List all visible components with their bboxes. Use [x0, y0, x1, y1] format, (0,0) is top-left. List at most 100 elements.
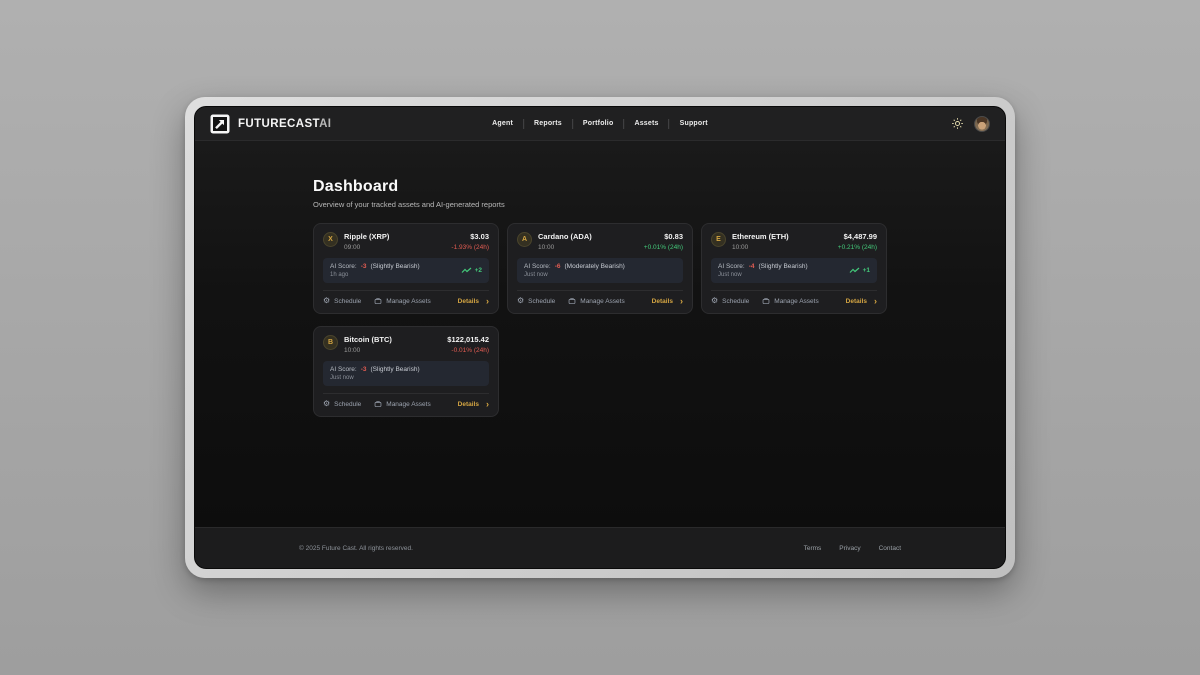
asset-avatar: X — [323, 232, 338, 247]
asset-change: +0.21% (24h) — [838, 244, 877, 251]
asset-change: -1.93% (24h) — [451, 244, 489, 251]
ai-score-updated: Just now — [524, 272, 625, 278]
page-subtitle: Overview of your tracked assets and AI-g… — [313, 200, 887, 209]
ai-score-panel: AI Score: -3 (Slightly Bearish) 1h ago — [323, 258, 489, 284]
asset-name: Bitcoin (BTC) — [344, 335, 392, 344]
card-actions: ⚙ Schedule Manage Assets — [323, 393, 489, 408]
trend-badge: +2 — [461, 267, 482, 274]
asset-time: 09:00 — [344, 244, 389, 251]
ai-score-sentiment: (Slightly Bearish) — [759, 263, 808, 270]
ai-score-panel: AI Score: -6 (Moderately Bearish) Just n… — [517, 258, 683, 284]
ai-score-label: AI Score: — [524, 263, 551, 270]
details-label: Details — [652, 298, 673, 305]
brand-text: FUTURECAST — [238, 118, 319, 130]
asset-name: Ripple (XRP) — [344, 232, 389, 241]
footer-link-privacy[interactable]: Privacy — [839, 545, 860, 552]
ai-score-updated: 1h ago — [330, 272, 420, 278]
asset-time: 10:00 — [732, 244, 789, 251]
manage-assets-button[interactable]: Manage Assets — [374, 297, 430, 305]
chevron-right-icon: › — [680, 298, 683, 304]
user-avatar[interactable] — [974, 116, 990, 132]
trend-value: +1 — [863, 267, 870, 274]
ai-score-value: -6 — [555, 263, 561, 270]
ai-score-label: AI Score: — [330, 263, 357, 270]
card-actions: ⚙ Schedule Manage Assets — [517, 290, 683, 305]
gear-icon: ⚙ — [323, 401, 330, 407]
manage-assets-button[interactable]: Manage Assets — [374, 400, 430, 408]
main-content: Dashboard Overview of your tracked asset… — [195, 141, 1005, 527]
details-button[interactable]: Details › — [846, 298, 877, 305]
asset-change: +0.01% (24h) — [644, 244, 683, 251]
schedule-label: Schedule — [334, 401, 361, 408]
manage-assets-label: Manage Assets — [774, 298, 818, 305]
chevron-right-icon: › — [486, 298, 489, 304]
schedule-button[interactable]: ⚙ Schedule — [323, 401, 361, 408]
chevron-right-icon: › — [874, 298, 877, 304]
details-button[interactable]: Details › — [652, 298, 683, 305]
logo-icon — [210, 114, 230, 134]
manage-assets-label: Manage Assets — [386, 401, 430, 408]
ai-score-updated: Just now — [718, 272, 808, 278]
details-button[interactable]: Details › — [458, 298, 489, 305]
nav-item-assets[interactable]: Assets — [624, 120, 668, 127]
trending-up-icon — [461, 267, 472, 274]
card-actions: ⚙ Schedule Manage Assets — [323, 290, 489, 305]
schedule-button[interactable]: ⚙ Schedule — [711, 298, 749, 305]
schedule-label: Schedule — [528, 298, 555, 305]
nav-item-portfolio[interactable]: Portfolio — [573, 120, 624, 127]
app-footer: © 2025 Future Cast. All rights reserved.… — [195, 527, 1005, 568]
header-right — [952, 116, 990, 132]
ai-score-panel: AI Score: -3 (Slightly Bearish) Just now — [323, 361, 489, 387]
footer-link-contact[interactable]: Contact — [879, 545, 901, 552]
nav-item-reports[interactable]: Reports — [524, 120, 572, 127]
asset-avatar: E — [711, 232, 726, 247]
gear-icon: ⚙ — [517, 298, 524, 304]
ai-score-value: -3 — [361, 366, 367, 373]
chevron-right-icon: › — [486, 401, 489, 407]
brand: FUTURECASTAI — [210, 114, 331, 134]
manage-assets-button[interactable]: Manage Assets — [762, 297, 818, 305]
ai-score-value: -3 — [361, 263, 367, 270]
app-header: FUTURECASTAI Agent Reports Portfolio Ass… — [195, 107, 1005, 141]
manage-assets-button[interactable]: Manage Assets — [568, 297, 624, 305]
manage-assets-label: Manage Assets — [580, 298, 624, 305]
asset-price: $4,487.99 — [838, 232, 877, 241]
ai-score-panel: AI Score: -4 (Slightly Bearish) Just now — [711, 258, 877, 284]
briefcase-icon — [374, 400, 382, 408]
footer-links: Terms Privacy Contact — [804, 545, 901, 552]
footer-link-terms[interactable]: Terms — [804, 545, 822, 552]
main-nav: Agent Reports Portfolio Assets Support — [482, 107, 718, 140]
asset-card-bitcoin: B Bitcoin (BTC) 10:00 $122,015.42 -0.01%… — [313, 326, 499, 417]
schedule-button[interactable]: ⚙ Schedule — [517, 298, 555, 305]
asset-avatar: B — [323, 335, 338, 350]
asset-price: $122,015.42 — [447, 335, 489, 344]
briefcase-icon — [762, 297, 770, 305]
schedule-button[interactable]: ⚙ Schedule — [323, 298, 361, 305]
asset-change: -0.01% (24h) — [447, 347, 489, 354]
details-label: Details — [846, 298, 867, 305]
details-label: Details — [458, 298, 479, 305]
brand-suffix: AI — [319, 118, 331, 130]
asset-card-grid: X Ripple (XRP) 09:00 $3.03 -1.93% (24h) — [313, 223, 887, 417]
details-button[interactable]: Details › — [458, 401, 489, 408]
ai-score-label: AI Score: — [330, 366, 357, 373]
ai-score-label: AI Score: — [718, 263, 745, 270]
device-frame: FUTURECASTAI Agent Reports Portfolio Ass… — [185, 97, 1015, 578]
nav-item-support[interactable]: Support — [670, 120, 718, 127]
briefcase-icon — [374, 297, 382, 305]
page-title: Dashboard — [313, 178, 887, 196]
asset-time: 10:00 — [344, 347, 392, 354]
asset-name: Cardano (ADA) — [538, 232, 592, 241]
asset-card-ripple: X Ripple (XRP) 09:00 $3.03 -1.93% (24h) — [313, 223, 499, 314]
sun-icon — [952, 118, 963, 129]
trend-value: +2 — [475, 267, 482, 274]
nav-item-agent[interactable]: Agent — [482, 120, 523, 127]
theme-toggle-button[interactable] — [952, 118, 963, 129]
app-window: FUTURECASTAI Agent Reports Portfolio Ass… — [194, 106, 1006, 569]
gear-icon: ⚙ — [323, 298, 330, 304]
asset-card-cardano: A Cardano (ADA) 10:00 $0.83 +0.01% (24h) — [507, 223, 693, 314]
asset-price: $3.03 — [451, 232, 489, 241]
copyright-text: © 2025 Future Cast. All rights reserved. — [299, 545, 413, 552]
ai-score-sentiment: (Slightly Bearish) — [371, 263, 420, 270]
ai-score-updated: Just now — [330, 375, 420, 381]
